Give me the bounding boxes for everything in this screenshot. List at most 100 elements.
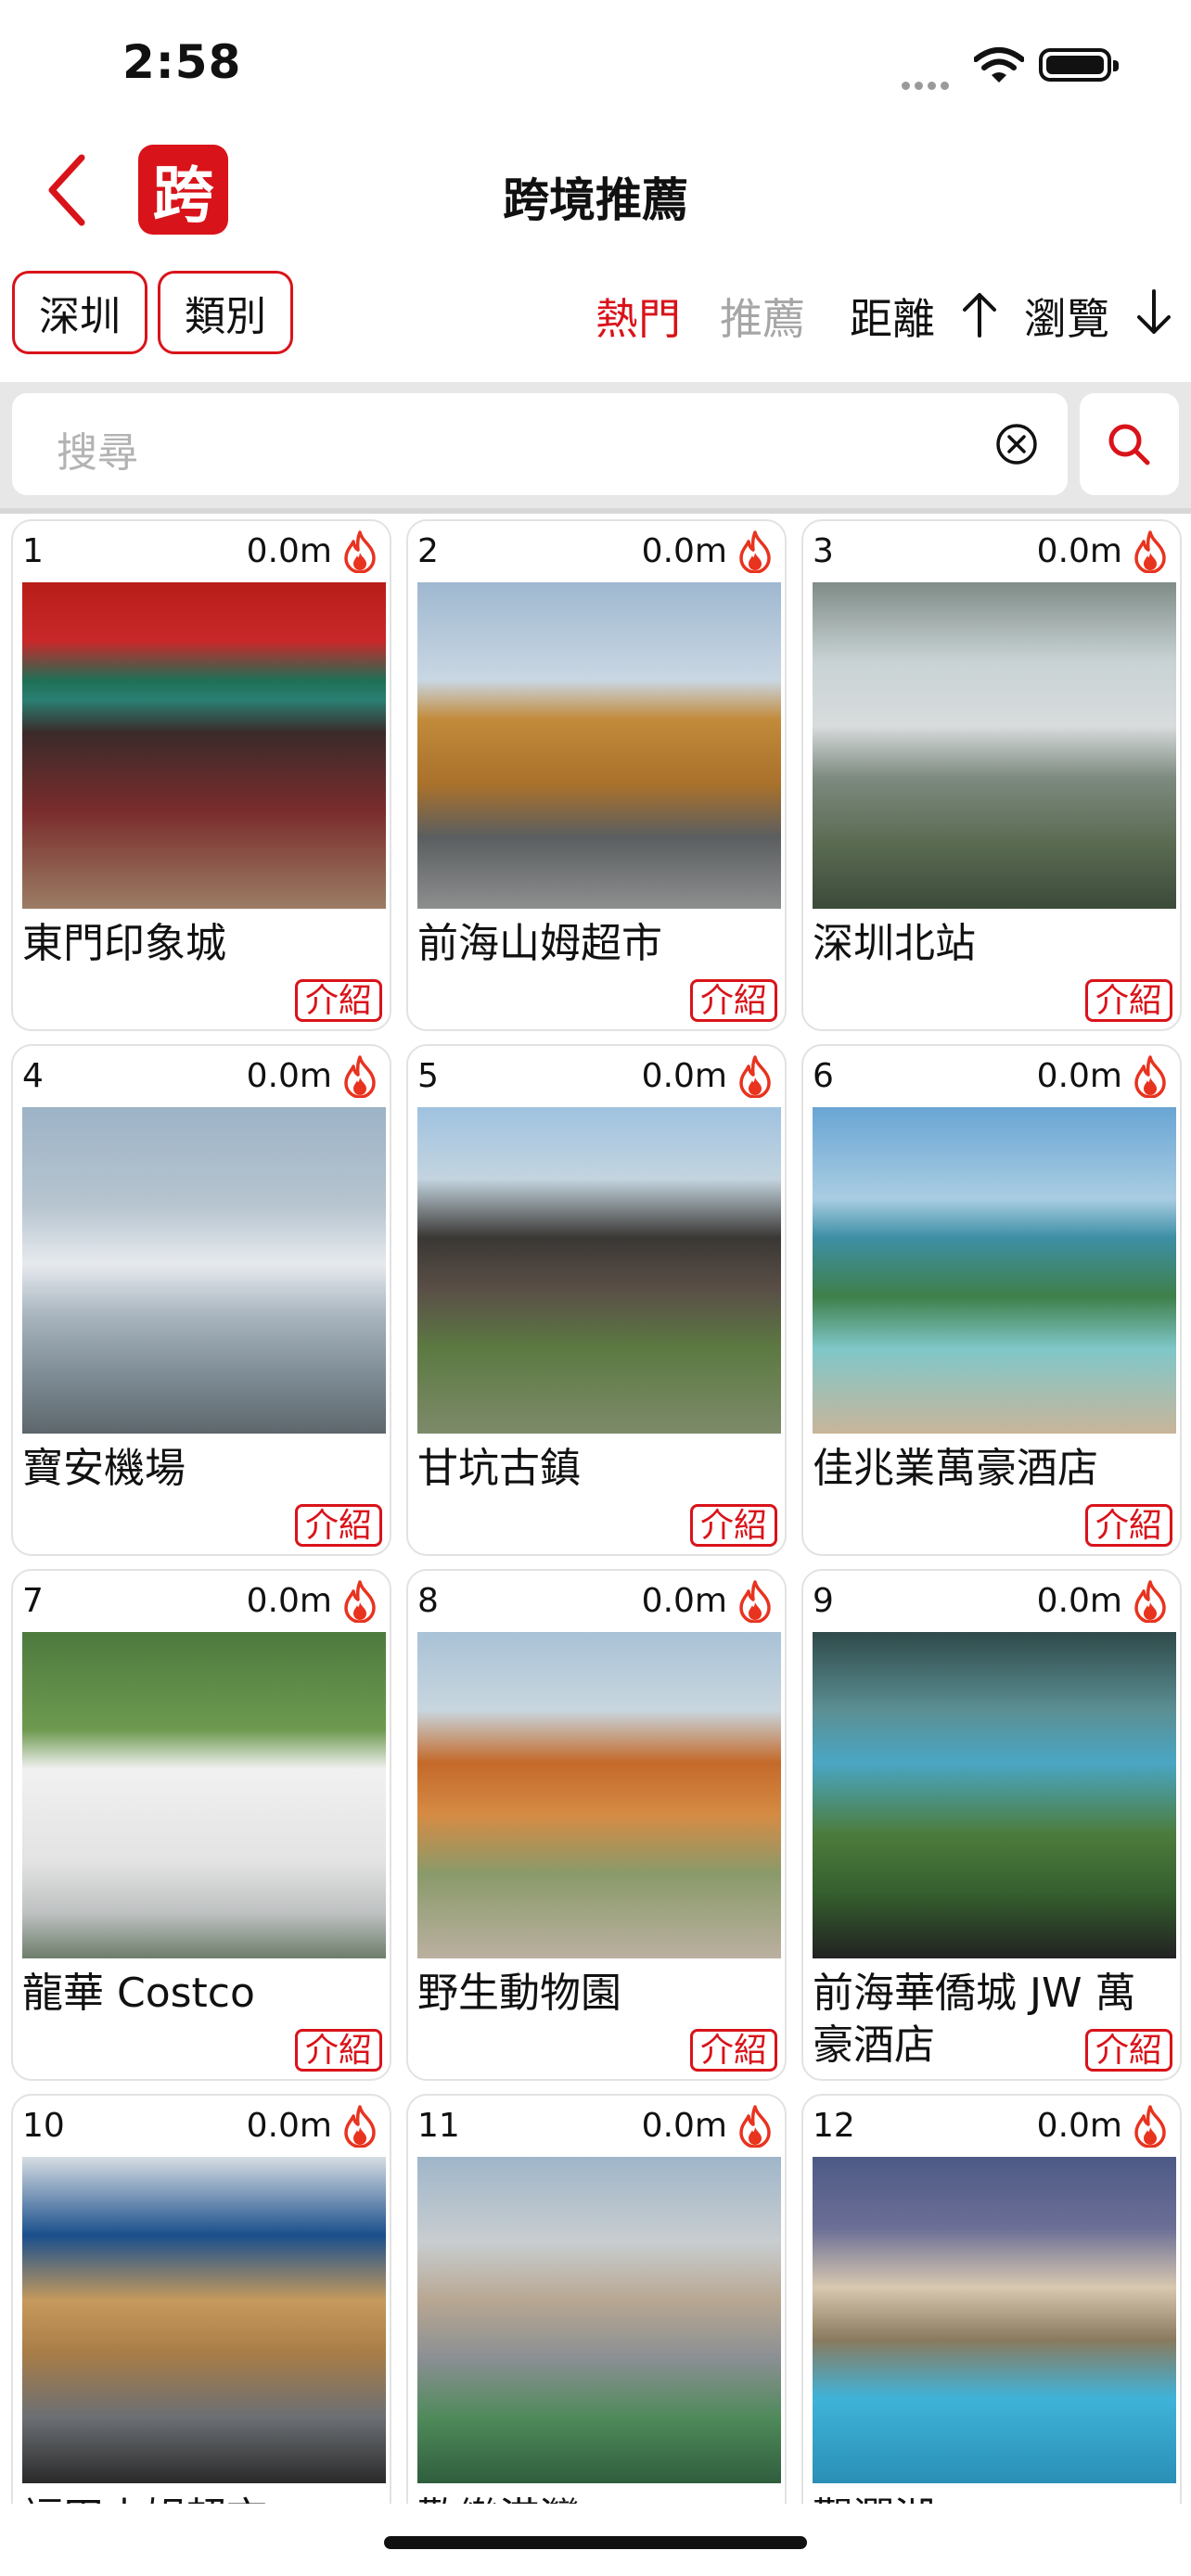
card-title: 觀瀾湖	[813, 2493, 1174, 2504]
card-rank: 11	[417, 2107, 460, 2145]
search-placeholder: 搜尋	[57, 429, 138, 477]
intro-button[interactable]: 介紹	[689, 1504, 777, 1547]
card-rank: 5	[417, 1057, 439, 1095]
card-title: 寶安機場	[22, 1445, 186, 1492]
card-rank: 9	[813, 1582, 834, 1620]
card-title: 福田山姆超市	[22, 2493, 384, 2504]
status-bar: 2:58	[0, 0, 1191, 130]
category-filter-button[interactable]: 類別	[158, 271, 293, 354]
search-icon	[1108, 424, 1150, 465]
card-rank: 4	[22, 1057, 44, 1095]
card-photo	[813, 1632, 1176, 1958]
signal-dots-icon	[902, 76, 954, 90]
divider	[0, 508, 1191, 514]
intro-button[interactable]: 介紹	[689, 2029, 777, 2072]
card-distance: 0.0m	[641, 532, 727, 570]
card-title: 佳兆業萬豪酒店	[813, 1445, 1098, 1492]
flame-icon	[739, 1055, 771, 1098]
intro-button[interactable]: 介紹	[1084, 1504, 1172, 1547]
place-card[interactable]: 3 0.0m 深圳北站介紹	[801, 519, 1182, 1031]
flame-icon	[739, 2105, 771, 2148]
sort-views-tab[interactable]: 瀏覽	[1024, 286, 1109, 347]
card-photo	[22, 1632, 386, 1958]
search-button[interactable]	[1080, 393, 1179, 495]
card-title: 甘坑古鎮	[417, 1445, 581, 1492]
card-distance: 0.0m	[246, 1582, 332, 1620]
card-title: 東門印象城	[22, 920, 226, 967]
filter-bar: 深圳 類別 熱門 推薦 距離 瀏覽	[0, 269, 1191, 360]
flame-icon	[739, 1580, 771, 1623]
card-distance: 0.0m	[246, 2107, 332, 2145]
card-distance: 0.0m	[1036, 1582, 1122, 1620]
flame-icon	[1134, 1055, 1166, 1098]
place-card[interactable]: 1 0.0m 東門印象城介紹	[11, 519, 391, 1031]
card-distance: 0.0m	[1036, 2107, 1122, 2145]
card-rank: 12	[813, 2107, 855, 2145]
sort-hot-tab[interactable]: 熱門	[596, 286, 681, 347]
place-card[interactable]: 9 0.0m 前海華僑城 JW 萬豪酒店 介紹	[801, 1569, 1182, 2081]
card-photo	[813, 2157, 1176, 2483]
intro-button[interactable]: 介紹	[294, 979, 382, 1022]
card-rank: 7	[22, 1582, 44, 1620]
battery-icon	[1039, 48, 1119, 82]
card-rank: 6	[813, 1057, 834, 1095]
card-title: 歡樂港灣	[417, 2493, 779, 2504]
card-title: 野生動物園	[417, 1970, 621, 2017]
flame-icon	[344, 2105, 376, 2148]
place-card[interactable]: 2 0.0m 前海山姆超市 介紹	[406, 519, 787, 1031]
place-card[interactable]: 7 0.0m 龍華 Costco 介紹	[11, 1569, 391, 2081]
flame-icon	[344, 530, 376, 573]
flame-icon	[1134, 2105, 1166, 2148]
clear-icon[interactable]	[995, 423, 1038, 465]
flame-icon	[1134, 530, 1166, 573]
card-rank: 10	[22, 2107, 65, 2145]
search-input[interactable]: 搜尋	[12, 393, 1068, 495]
intro-button[interactable]: 介紹	[294, 1504, 382, 1547]
home-indicator[interactable]	[384, 2536, 807, 2549]
card-distance: 0.0m	[246, 1057, 332, 1095]
card-distance: 0.0m	[246, 532, 332, 570]
place-grid: 1 0.0m 東門印象城 介紹 2 0.0m 前海山姆超市 介紹 3 0.0m 深圳北站 介紹 4 0.0…	[11, 519, 1182, 2504]
city-filter-button[interactable]: 深圳	[12, 271, 147, 354]
flame-icon	[1134, 1580, 1166, 1623]
place-card[interactable]: 6 0.0m 佳兆業萬豪酒店 介紹	[801, 1044, 1182, 1556]
place-card[interactable]: 8 0.0m 野生動物園 介紹	[406, 1569, 787, 2081]
intro-button[interactable]: 介紹	[1084, 979, 1172, 1022]
card-photo	[417, 582, 781, 909]
card-photo	[22, 1107, 386, 1434]
card-rank: 1	[22, 532, 44, 570]
down-arrow-icon	[1137, 289, 1171, 334]
card-photo	[417, 1632, 781, 1958]
up-arrow-icon	[963, 293, 996, 338]
place-card[interactable]: 110.0m歡樂港灣介紹	[406, 2094, 787, 2504]
card-photo	[22, 2157, 386, 2483]
sort-distance-tab[interactable]: 距離	[850, 286, 935, 347]
place-card[interactable]: 100.0m福田山姆超市介紹	[11, 2094, 391, 2504]
intro-button[interactable]: 介紹	[1084, 2029, 1172, 2072]
card-title: 前海山姆超市	[417, 920, 662, 967]
nav-bar: 跨 跨境推薦	[0, 130, 1191, 250]
card-distance: 0.0m	[641, 1057, 727, 1095]
place-card[interactable]: 5 0.0m 甘坑古鎮介紹	[406, 1044, 787, 1556]
page-title: 跨境推薦	[503, 173, 688, 227]
wifi-icon	[974, 47, 1024, 83]
intro-button[interactable]: 介紹	[689, 979, 777, 1022]
card-photo	[417, 1107, 781, 1434]
place-card[interactable]: 4 0.0m 寶安機場介紹	[11, 1044, 391, 1556]
card-title: 龍華 Costco	[22, 1970, 255, 2017]
card-distance: 0.0m	[641, 1582, 727, 1620]
card-photo	[813, 1107, 1176, 1434]
card-rank: 2	[417, 532, 439, 570]
flame-icon	[344, 1055, 376, 1098]
intro-button[interactable]: 介紹	[294, 2029, 382, 2072]
card-photo	[813, 582, 1176, 909]
sort-recommend-tab[interactable]: 推薦	[720, 286, 805, 347]
card-title: 深圳北站	[813, 920, 976, 967]
card-photo	[22, 582, 386, 909]
card-distance: 0.0m	[1036, 532, 1122, 570]
card-distance: 0.0m	[641, 2107, 727, 2145]
card-rank: 3	[813, 532, 834, 570]
flame-icon	[739, 530, 771, 573]
place-card[interactable]: 120.0m觀瀾湖介紹	[801, 2094, 1182, 2504]
status-time: 2:58	[122, 35, 242, 89]
